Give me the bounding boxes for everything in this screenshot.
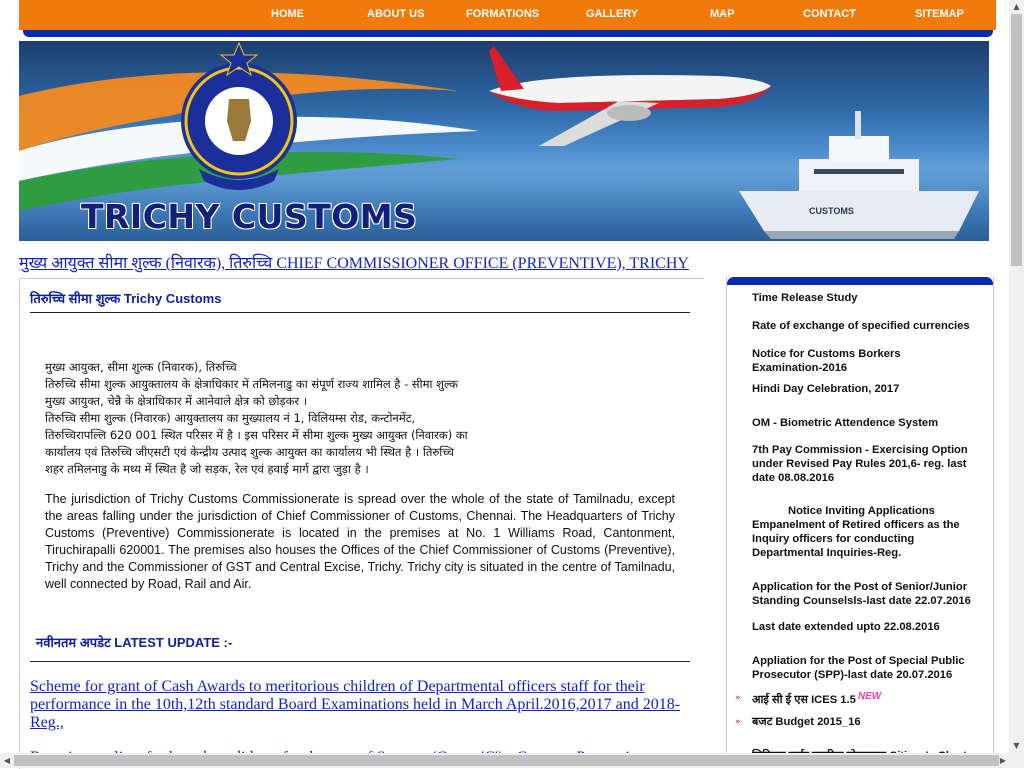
ices-label: आई सी ई एस ICES 1.5 [752, 694, 856, 706]
nav-formations[interactable]: FORMATIONS [466, 8, 539, 20]
sidebar-item-time-release-study[interactable]: Time Release Study [752, 291, 990, 305]
sidebar-item-biometric[interactable]: OM - Biometric Attendence System [752, 416, 990, 430]
sidebar-item-7th-pay[interactable]: 7th Pay Commission - Exercising Option u… [752, 443, 990, 485]
hindi-line: तिरुच्चिरापल्लि 620 001 स्थित परिसर में … [45, 428, 468, 442]
header-banner: CUSTOMS TRICHY CUSTOMS [19, 41, 989, 241]
scroll-up-arrow-icon[interactable]: ▲ [1009, 0, 1024, 14]
nav-about-us[interactable]: ABOUT US [367, 8, 424, 20]
bullet-icon: » [735, 693, 741, 703]
heading-divider [30, 312, 690, 313]
nav-accent-bar [23, 30, 993, 37]
top-navigation: HOME ABOUT US FORMATIONS GALLERY MAP CON… [19, 0, 996, 30]
nav-gallery[interactable]: GALLERY [586, 8, 638, 20]
update-divider [30, 661, 690, 662]
chief-commissioner-office-link[interactable]: मुख्य आयुक्त सीमा शुल्क (निवारक), तिरुच्… [19, 251, 689, 273]
nav-map[interactable]: MAP [710, 8, 734, 20]
hindi-line: तिरुच्चि सीमा शुल्क आयुक्तालय के क्षेत्र… [45, 377, 458, 391]
sidebar-item-standing-counsel[interactable]: Application for the Post of Senior/Junio… [752, 580, 990, 608]
update-link-cash-awards[interactable]: Scheme for grant of Cash Awards to merit… [30, 678, 690, 732]
hindi-line: मुख्य आयुक्त, सीमा शुल्क (निवारक), तिरुच… [45, 360, 237, 374]
airplane-image [489, 46, 771, 146]
hindi-line: शहर तमिलनाडु के मध्य में स्थित है जो सड़… [45, 462, 369, 476]
new-badge-icon: NEW [857, 691, 882, 702]
sidebar-item-broker-exam[interactable]: Notice for Customs Borkers Examination-2… [752, 347, 922, 375]
sidebar-item-inquiry-officers[interactable]: Notice Inviting Applications Empanelment… [752, 504, 980, 560]
section-heading: तिरुच्चि सीमा शुल्क Trichy Customs [30, 291, 222, 306]
horizontal-scroll-thumb[interactable] [14, 755, 999, 766]
sidebar-item-spp[interactable]: Appliation for the Post of Special Publi… [752, 654, 990, 682]
latest-update-heading: नवीनतम अपडेट LATEST UPDATE :- [36, 635, 233, 650]
vertical-scroll-thumb[interactable] [1011, 14, 1022, 266]
main-content: तिरुच्चि सीमा शुल्क Trichy Customs मुख्य… [19, 278, 704, 769]
hindi-line: तिरुच्चि सीमा शुल्क (निवारक) आयुक्तालय क… [45, 411, 416, 425]
bullet-icon: » [735, 717, 741, 727]
hindi-line: मुख्य आयुक्त, चेन्नै के क्षेत्राधिकार मे… [45, 394, 308, 408]
scroll-right-arrow-icon[interactable]: ▶ [996, 753, 1010, 768]
ship-hull-label: CUSTOMS [809, 206, 854, 216]
vertical-scrollbar[interactable]: ▲ ▼ [1009, 0, 1024, 753]
english-intro: The jurisdiction of Trichy Customs Commi… [45, 492, 675, 591]
sidebar-notices: Time Release Study Rate of exchange of s… [726, 277, 994, 768]
nav-home[interactable]: HOME [271, 8, 304, 20]
horizontal-scrollbar[interactable]: ◀ ▶ [0, 753, 1024, 768]
hindi-line: कार्यालय एवं तिरुच्चि जीएसटी एवं केन्द्र… [45, 445, 454, 459]
nav-contact[interactable]: CONTACT [803, 8, 856, 20]
sidebar-item-budget[interactable]: बजट Budget 2015_16 [752, 715, 990, 729]
scroll-down-arrow-icon[interactable]: ▼ [1009, 739, 1024, 753]
hindi-intro: मुख्य आयुक्त, सीमा शुल्क (निवारक), तिरुच… [45, 359, 515, 478]
sidebar-item-ices[interactable]: आई सी ई एस ICES 1.5 NEW [752, 691, 990, 707]
sidebar-item-last-date[interactable]: Last date extended upto 22.08.2016 [752, 620, 990, 634]
scroll-left-arrow-icon[interactable]: ◀ [0, 753, 14, 768]
sidebar-item-hindi-day[interactable]: Hindi Day Celebration, 2017 [752, 382, 990, 396]
sidebar-item-exchange-rate[interactable]: Rate of exchange of specified currencies [752, 319, 990, 333]
nav-sitemap[interactable]: SITEMAP [915, 8, 964, 20]
sidebar-cap [727, 277, 993, 285]
site-title: TRICHY CUSTOMS [81, 197, 418, 236]
